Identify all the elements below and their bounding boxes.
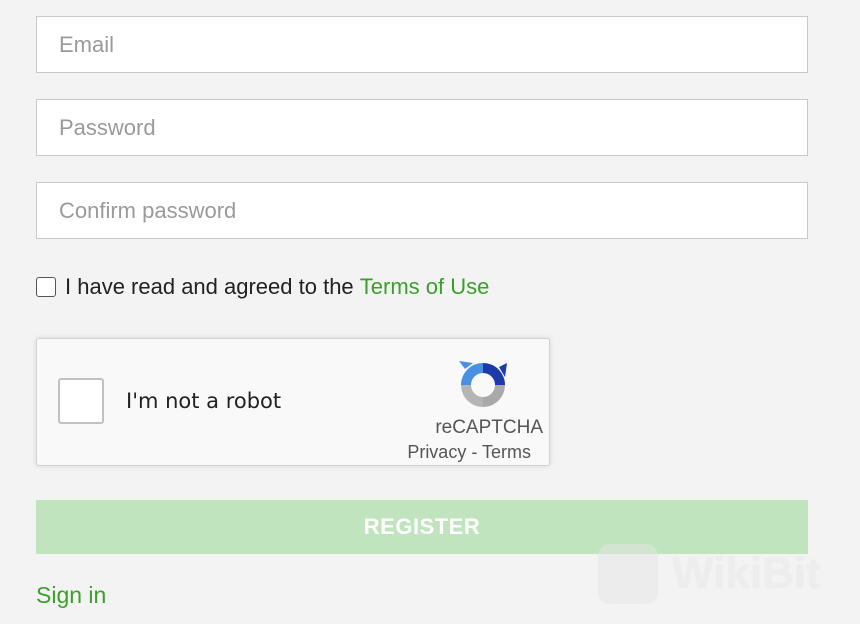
recaptcha-label: I'm not a robot: [126, 389, 282, 413]
recaptcha-logo-icon: [459, 361, 507, 407]
terms-checkbox[interactable]: [36, 277, 56, 297]
recaptcha-brand: reCAPTCHA: [435, 417, 543, 438]
recaptcha-widget: I'm not a robot reCAPTCHA Privacy - Term…: [36, 338, 550, 466]
recaptcha-links: Privacy - Terms: [407, 442, 531, 463]
password-field[interactable]: [36, 99, 808, 156]
wikibit-logo-icon: [598, 544, 658, 604]
terms-row: I have read and agreed to the Terms of U…: [36, 272, 489, 302]
registration-page: I have read and agreed to the Terms of U…: [0, 0, 860, 624]
sign-in-link[interactable]: Sign in: [36, 582, 106, 609]
recaptcha-link-separator: -: [466, 442, 482, 462]
recaptcha-terms-link[interactable]: Terms: [482, 442, 531, 462]
recaptcha-privacy-link[interactable]: Privacy: [407, 442, 466, 462]
confirm-password-field[interactable]: [36, 182, 808, 239]
email-field[interactable]: [36, 16, 808, 73]
watermark-text: WikiBit: [672, 549, 821, 598]
recaptcha-checkbox[interactable]: [58, 378, 104, 424]
watermark: WikiBit: [598, 543, 821, 605]
terms-of-use-link[interactable]: Terms of Use: [360, 274, 490, 300]
terms-text: I have read and agreed to the: [65, 274, 360, 299]
